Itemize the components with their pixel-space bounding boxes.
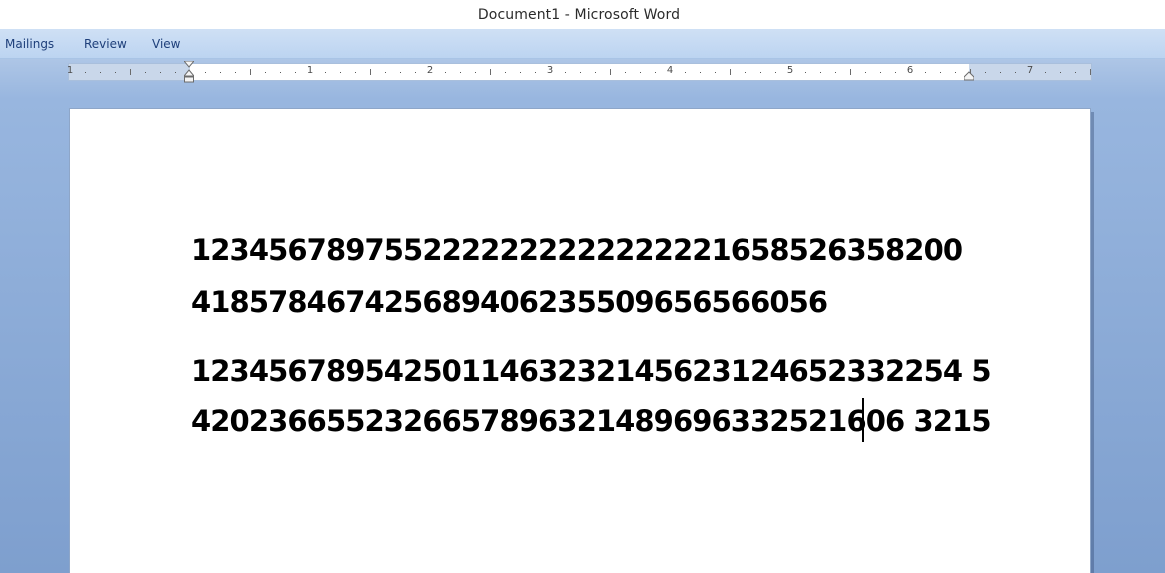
document-line[interactable]: 418578467425689406235509656566056	[191, 285, 828, 319]
ruler-dot	[100, 72, 101, 73]
ruler-number: 4	[666, 65, 674, 76]
ruler-tick	[370, 69, 371, 75]
ruler-dot	[400, 72, 401, 73]
document-page[interactable]	[69, 108, 1091, 573]
ruler-dot	[1075, 72, 1076, 73]
ruler-dot	[115, 72, 116, 73]
ruler-dot	[325, 72, 326, 73]
ruler-dot	[415, 72, 416, 73]
ruler-dot	[340, 72, 341, 73]
ruler-dot	[880, 72, 881, 73]
indent-marker-icon[interactable]	[184, 61, 194, 83]
ruler-dot	[475, 72, 476, 73]
ruler-number: 1	[66, 65, 74, 76]
ruler-tick	[130, 69, 131, 75]
window-title: Document1 - Microsoft Word	[477, 6, 681, 23]
ruler-dot	[145, 72, 146, 73]
ruler-dot	[805, 72, 806, 73]
ruler-dot	[535, 72, 536, 73]
ruler-dot	[235, 72, 236, 73]
ruler-dot	[385, 72, 386, 73]
ruler-dot	[85, 72, 86, 73]
ruler-dot	[745, 72, 746, 73]
ruler-number: 5	[786, 65, 794, 76]
ruler-number: 3	[546, 65, 554, 76]
ruler-dot	[505, 72, 506, 73]
document-line[interactable]: 4202366552326657896321489696332521606 32…	[191, 404, 992, 438]
ruler-dot	[1015, 72, 1016, 73]
ruler-dot	[565, 72, 566, 73]
ruler-tick	[610, 69, 611, 75]
ruler-dot	[700, 72, 701, 73]
ruler-dot	[1060, 72, 1061, 73]
ruler-tick	[850, 69, 851, 75]
ruler-dot	[625, 72, 626, 73]
document-line[interactable]: 1234567897552222222222222221658526358200	[191, 233, 963, 267]
ruler-dot	[595, 72, 596, 73]
ruler-dot	[445, 72, 446, 73]
tab-view[interactable]: View	[152, 37, 180, 51]
ruler-number: 1	[306, 65, 314, 76]
ruler-dot	[985, 72, 986, 73]
ruler-dot	[925, 72, 926, 73]
ruler-number: 2	[426, 65, 434, 76]
horizontal-ruler[interactable]: 1 1 2 3 4 5 6 7	[66, 63, 1092, 81]
ruler-dot	[220, 72, 221, 73]
ruler-dot	[760, 72, 761, 73]
ruler-dot	[460, 72, 461, 73]
ruler-dot	[580, 72, 581, 73]
ruler-dot	[835, 72, 836, 73]
ruler-dot	[655, 72, 656, 73]
ruler-dot	[820, 72, 821, 73]
ruler-dot	[685, 72, 686, 73]
ruler-dot	[520, 72, 521, 73]
ruler-dot	[280, 72, 281, 73]
text-cursor	[862, 398, 864, 442]
ruler-dot	[1000, 72, 1001, 73]
ruler-number: 6	[906, 65, 914, 76]
ruler-tick	[730, 69, 731, 75]
tab-review[interactable]: Review	[84, 37, 127, 51]
ruler-tick	[250, 69, 251, 75]
title-bar: Document1 - Microsoft Word	[0, 0, 1165, 29]
ruler-dot	[265, 72, 266, 73]
ruler-dot	[895, 72, 896, 73]
ruler-dot	[940, 72, 941, 73]
ruler-dot	[355, 72, 356, 73]
ruler-dot	[205, 72, 206, 73]
ruler-dot	[715, 72, 716, 73]
ruler-tick	[490, 69, 491, 75]
ruler-dot	[160, 72, 161, 73]
right-indent-marker-icon[interactable]	[964, 71, 974, 81]
document-line[interactable]: 1234567895425011463232145623124652332254…	[191, 354, 992, 388]
ruler-dot	[865, 72, 866, 73]
ruler-dot	[775, 72, 776, 73]
ruler-tick	[1090, 69, 1091, 75]
ribbon-tab-bar: Mailings Review View	[0, 29, 1165, 59]
ruler-dot	[640, 72, 641, 73]
ruler-dot	[1045, 72, 1046, 73]
ruler-dot	[175, 72, 176, 73]
ruler-dot	[955, 72, 956, 73]
ruler-dot	[295, 72, 296, 73]
ruler-number: 7	[1026, 65, 1034, 76]
tab-mailings[interactable]: Mailings	[5, 37, 54, 51]
